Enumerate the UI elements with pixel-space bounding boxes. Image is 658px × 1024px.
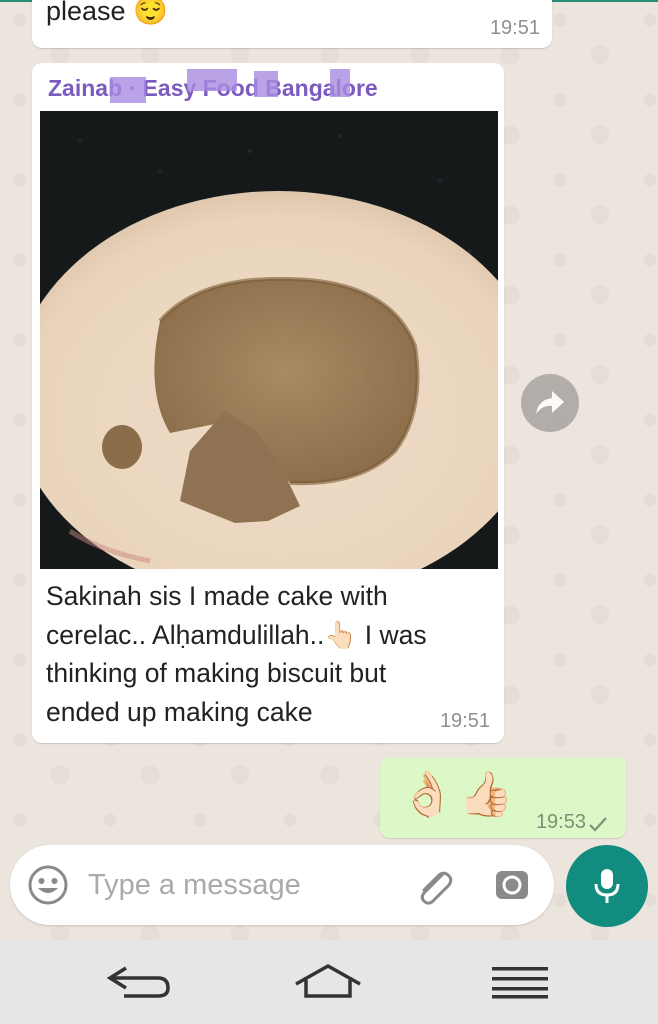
caption-line: cerelac.. Alḥamdulillah..👆🏻 I was <box>46 616 486 655</box>
shared-photo[interactable] <box>40 111 498 569</box>
redaction-mark <box>187 69 237 91</box>
forward-arrow-icon <box>536 391 564 414</box>
incoming-message-bubble[interactable]: please 😌 19:51 <box>32 0 552 48</box>
cake-on-plate-image <box>40 111 498 569</box>
caption-line: ended up making cake <box>46 696 313 727</box>
pointing-up-emoji: 👆🏻 <box>324 619 358 650</box>
caption-line: thinking of making biscuit but <box>46 658 387 688</box>
forward-button[interactable] <box>521 374 579 432</box>
incoming-image-message[interactable]: Zainab · Easy Food Bangalore <box>32 63 504 743</box>
caption-line: Sakinah sis I made cake with <box>46 581 388 611</box>
message-input[interactable]: Type a message <box>88 869 301 902</box>
message-time: 19:51 <box>439 710 490 732</box>
menu-icon[interactable] <box>490 965 550 999</box>
caption-text: I was <box>357 619 427 650</box>
ok-thumbsup-emoji: 👌🏻👍🏻 <box>400 770 518 819</box>
message-time: 19:53 <box>535 811 586 833</box>
home-icon[interactable] <box>292 962 364 1002</box>
relieved-face-emoji: 😌 <box>133 0 168 26</box>
microphone-icon <box>594 869 620 903</box>
redaction-mark <box>254 71 278 97</box>
image-caption: Sakinah sis I made cake with cerelac.. A… <box>46 577 486 731</box>
back-icon[interactable] <box>106 962 172 1002</box>
attach-paperclip-icon[interactable] <box>412 865 456 909</box>
camera-icon[interactable] <box>492 865 532 905</box>
redaction-mark <box>330 69 350 97</box>
sent-check-icon <box>589 817 607 832</box>
message-text-content: please <box>46 0 126 26</box>
message-composer[interactable]: Type a message <box>10 845 554 925</box>
message-time: 19:51 <box>489 17 540 39</box>
caption-text: cerelac.. Alḥamdulillah.. <box>46 619 325 650</box>
message-text: please 😌 <box>46 0 168 27</box>
redaction-mark <box>110 77 146 103</box>
emoji-icon[interactable] <box>26 863 70 907</box>
voice-record-button[interactable] <box>566 845 648 927</box>
outgoing-message-bubble[interactable]: 👌🏻👍🏻 19:53 <box>380 758 626 838</box>
